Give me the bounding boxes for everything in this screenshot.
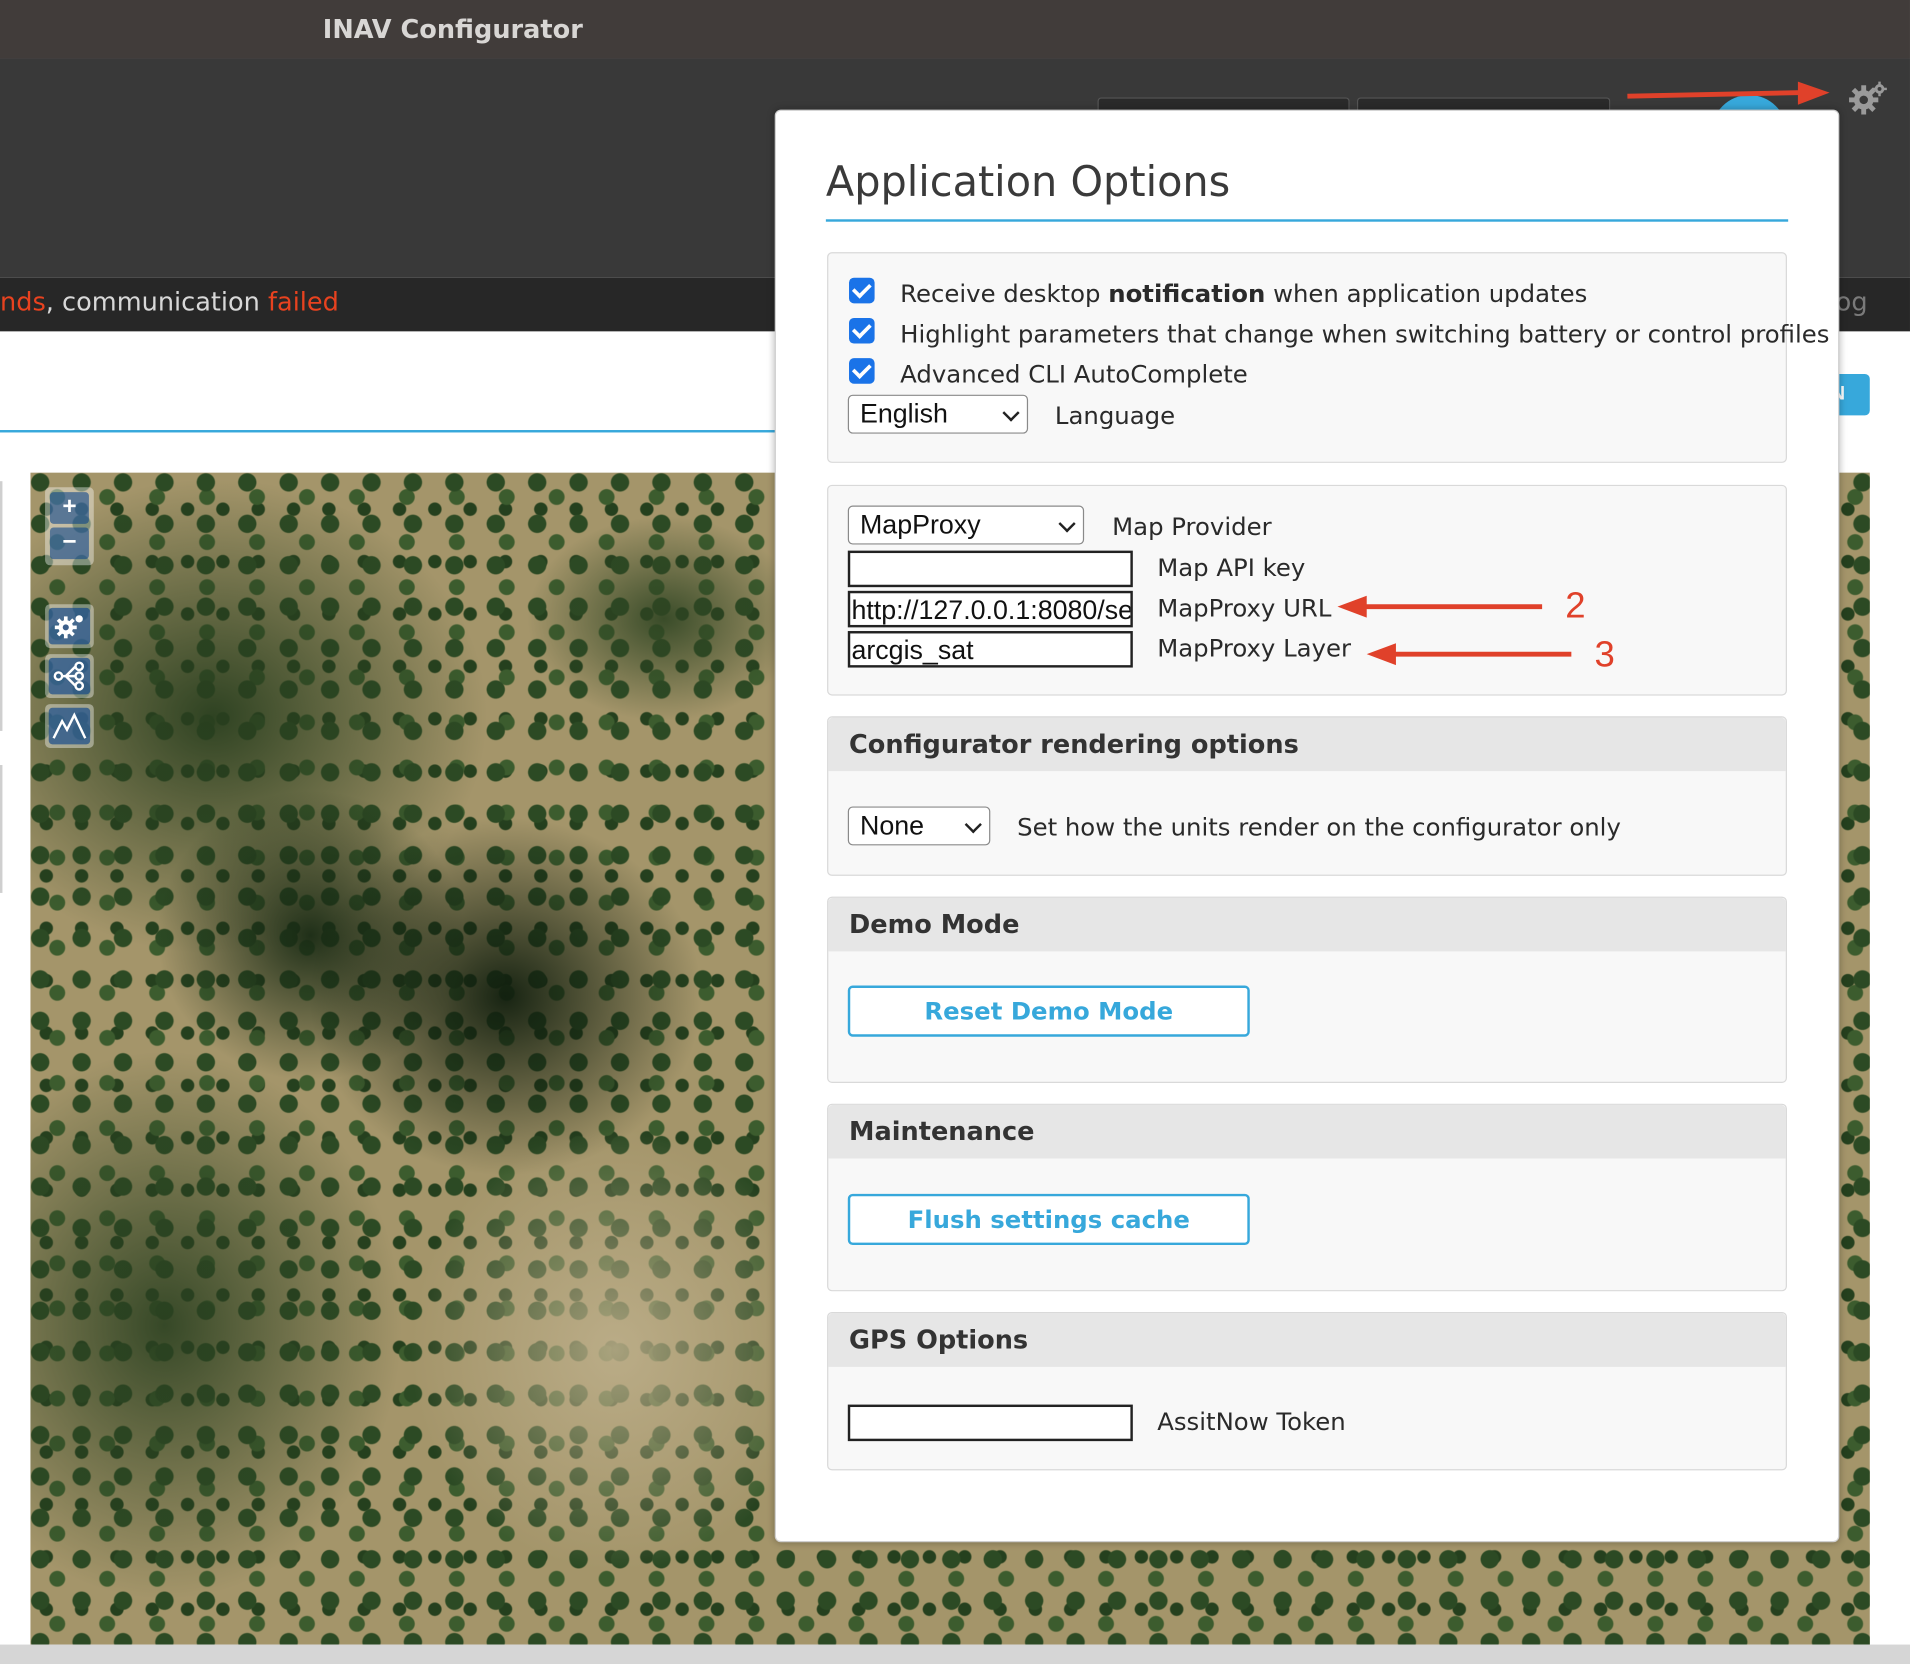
- map-waypoint-tool[interactable]: [45, 654, 94, 699]
- annotation-label: 2: [1565, 585, 1586, 627]
- chevron-down-icon: [1002, 404, 1020, 422]
- highlight-params-label: Highlight parameters that change when sw…: [900, 319, 1830, 349]
- map-settings-button[interactable]: [45, 604, 94, 649]
- zoom-in-button[interactable]: +: [49, 492, 89, 524]
- chevron-down-icon: [964, 816, 982, 834]
- mapproxy-layer-label: MapProxy Layer: [1157, 633, 1352, 663]
- flow-icon: [53, 661, 85, 691]
- gps-options-title: GPS Options: [849, 1325, 1029, 1355]
- chevron-down-icon: [1058, 515, 1076, 533]
- units-select[interactable]: None: [847, 806, 991, 846]
- mapproxy-url-input[interactable]: http://127.0.0.1:8080/se: [847, 590, 1133, 628]
- rendering-options-title: Configurator rendering options: [849, 729, 1299, 759]
- assistnow-token-input[interactable]: [847, 1404, 1133, 1442]
- dialog-title-rule: [825, 219, 1789, 222]
- cli-autocomplete-label: Advanced CLI AutoComplete: [900, 359, 1248, 389]
- annotation-label: 3: [1594, 634, 1615, 675]
- mapproxy-layer-input[interactable]: arcgis_sat: [847, 631, 1133, 668]
- gps-options-panel: GPS Options: [827, 1312, 1787, 1471]
- highlight-params-checkbox[interactable]: [849, 317, 875, 344]
- mountain-icon: [52, 712, 87, 739]
- gear-icon: [54, 615, 83, 639]
- notification-label: Receive desktop notification when applic…: [900, 278, 1588, 309]
- language-label: Language: [1054, 400, 1176, 431]
- assistnow-token-label: AssitNow Token: [1157, 1407, 1346, 1437]
- dialog-title: Application Options: [825, 158, 1231, 208]
- language-select[interactable]: English: [847, 394, 1029, 434]
- side-divider: [0, 765, 3, 893]
- zoom-out-button[interactable]: −: [49, 527, 89, 560]
- map-provider-label: Map Provider: [1112, 511, 1272, 541]
- demo-mode-title: Demo Mode: [849, 909, 1020, 940]
- title-bar: [0, 0, 1910, 59]
- cli-autocomplete-checkbox[interactable]: [849, 358, 875, 384]
- map-provider-select[interactable]: MapProxy: [847, 505, 1085, 545]
- map-api-key-input[interactable]: [847, 550, 1133, 588]
- mapproxy-url-label: MapProxy URL: [1157, 593, 1332, 623]
- annotation-arrow-icon: [1337, 595, 1543, 618]
- notification-checkbox[interactable]: [849, 277, 875, 304]
- settings-gear-icon[interactable]: [1845, 78, 1889, 122]
- footer-bar: [0, 1644, 1910, 1664]
- side-divider: [0, 481, 3, 731]
- reset-demo-mode-button[interactable]: Reset Demo Mode: [847, 985, 1250, 1037]
- map-elevation-tool[interactable]: [45, 704, 94, 748]
- window-title: INAV Configurator: [322, 14, 583, 44]
- units-label: Set how the units render on the configur…: [1017, 812, 1621, 842]
- tab-divider: [0, 430, 780, 433]
- connection-status: nds, communication failed: [0, 287, 339, 317]
- maintenance-title: Maintenance: [849, 1117, 1035, 1147]
- map-api-key-label: Map API key: [1157, 553, 1306, 583]
- rendering-options-panel: Configurator rendering options: [827, 716, 1787, 876]
- annotation-arrow-icon: [1366, 643, 1572, 666]
- flush-settings-cache-button[interactable]: Flush settings cache: [847, 1193, 1250, 1246]
- status-log-link[interactable]: og: [1836, 287, 1868, 316]
